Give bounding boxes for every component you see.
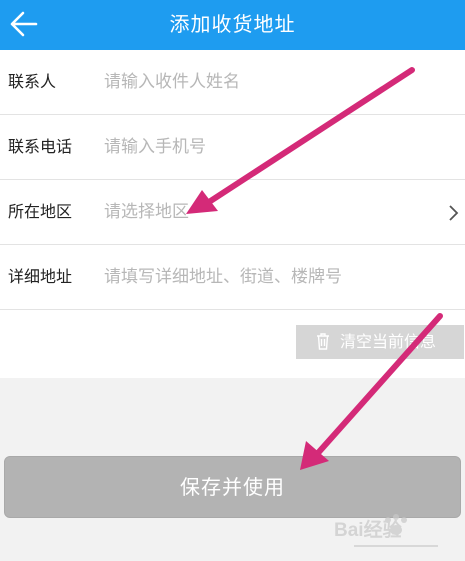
trash-icon [317, 333, 329, 350]
region-label: 所在地区 [8, 202, 73, 221]
address-row: 详细地址 [0, 245, 465, 310]
phone-input[interactable] [104, 129, 434, 165]
clear-area: 清空当前信息 [0, 310, 465, 377]
detail-address-input[interactable] [104, 259, 434, 295]
contact-name-input[interactable] [104, 64, 434, 100]
phone-label: 联系电话 [8, 137, 73, 156]
address-label: 详细地址 [8, 267, 73, 286]
chevron-right-icon [449, 205, 459, 221]
region-select[interactable] [104, 194, 434, 230]
region-row[interactable]: 所在地区 [0, 180, 465, 245]
clear-info-label: 清空当前信息 [340, 332, 437, 351]
clear-info-button[interactable]: 清空当前信息 [296, 325, 464, 359]
phone-row: 联系电话 [0, 115, 465, 180]
contact-label: 联系人 [8, 72, 57, 91]
page-title: 添加收货地址 [169, 12, 296, 36]
contact-row: 联系人 [0, 50, 465, 115]
address-form: 联系人 联系电话 所在地区 详细地址 清空当前信息 [0, 50, 465, 378]
app-header: 添加收货地址 [0, 0, 465, 50]
baidu-jingyan-watermark: Bai经验 [334, 514, 438, 547]
